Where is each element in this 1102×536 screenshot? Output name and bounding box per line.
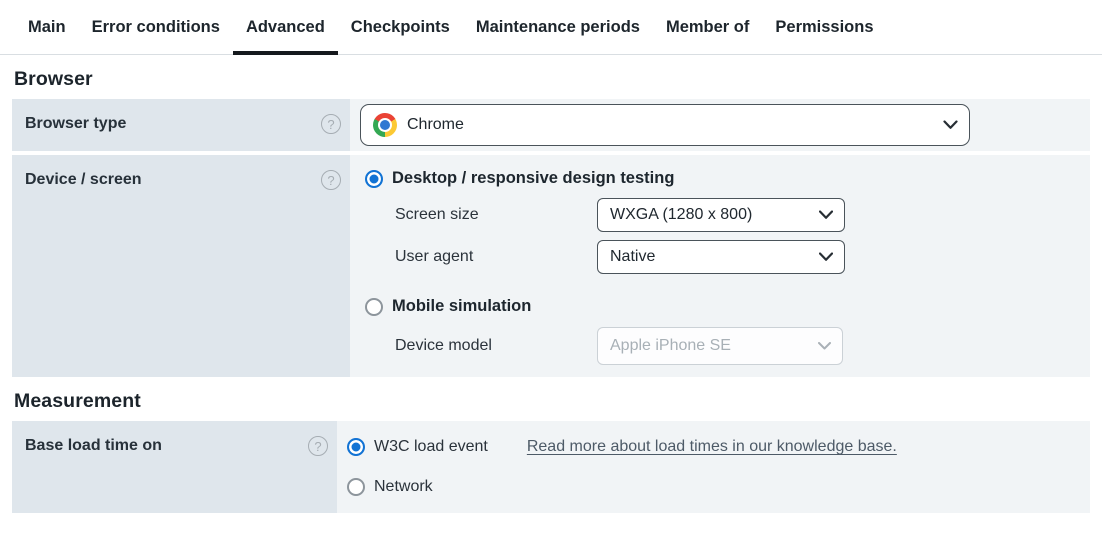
mobile-radio[interactable]	[365, 298, 383, 316]
help-icon[interactable]: ?	[321, 114, 341, 134]
browser-settings-table: Browser type ? Chrome Device / screen ?	[12, 99, 1090, 377]
screen-size-select[interactable]: WXGA (1280 x 800)	[597, 198, 845, 232]
device-model-label: Device model	[395, 337, 597, 355]
screen-size-label: Screen size	[395, 206, 597, 224]
help-icon[interactable]: ?	[308, 436, 328, 456]
desktop-option-row: Desktop / responsive design testing	[365, 169, 1090, 188]
chevron-down-icon	[818, 342, 831, 350]
network-radio[interactable]	[347, 478, 365, 496]
network-radio-label[interactable]: Network	[374, 478, 433, 496]
tab-permissions[interactable]: Permissions	[762, 0, 886, 54]
network-option-row: Network	[347, 478, 1090, 496]
browser-type-select[interactable]: Chrome	[360, 104, 970, 146]
mobile-option-row: Mobile simulation	[365, 297, 1090, 316]
browser-type-label: Browser type	[25, 114, 126, 134]
knowledge-base-link[interactable]: Read more about load times in our knowle…	[527, 438, 897, 456]
browser-section-heading: Browser	[14, 68, 1090, 91]
tab-maintenance-periods[interactable]: Maintenance periods	[463, 0, 653, 54]
device-screen-label: Device / screen	[25, 170, 142, 190]
base-load-time-content-cell: W3C load event Read more about load time…	[337, 421, 1090, 513]
device-screen-content-cell: Desktop / responsive design testing Scre…	[350, 155, 1090, 377]
base-load-time-label-cell: Base load time on ?	[12, 421, 337, 513]
browser-type-label-cell: Browser type ?	[12, 99, 350, 151]
user-agent-label: User agent	[395, 248, 597, 266]
settings-tab-bar: Main Error conditions Advanced Checkpoin…	[0, 0, 1102, 55]
device-model-select: Apple iPhone SE	[597, 327, 843, 365]
tab-checkpoints[interactable]: Checkpoints	[338, 0, 463, 54]
user-agent-select[interactable]: Native	[597, 240, 845, 274]
browser-type-row: Browser type ? Chrome	[12, 99, 1090, 151]
w3c-radio[interactable]	[347, 438, 365, 456]
device-screen-label-cell: Device / screen ?	[12, 155, 350, 377]
device-model-field: Device model Apple iPhone SE	[395, 327, 1090, 365]
user-agent-value: Native	[610, 248, 655, 266]
base-load-time-row: Base load time on ? W3C load event Read …	[12, 421, 1090, 513]
chrome-logo-icon	[373, 113, 397, 137]
desktop-radio-label[interactable]: Desktop / responsive design testing	[392, 169, 674, 188]
desktop-radio[interactable]	[365, 170, 383, 188]
tab-advanced[interactable]: Advanced	[233, 0, 338, 54]
chevron-down-icon	[819, 253, 833, 262]
tab-error-conditions[interactable]: Error conditions	[79, 0, 233, 54]
mobile-radio-label[interactable]: Mobile simulation	[392, 297, 531, 316]
chevron-down-icon	[819, 211, 833, 220]
tab-main[interactable]: Main	[15, 0, 79, 54]
device-screen-row: Device / screen ? Desktop / responsive d…	[12, 155, 1090, 377]
w3c-option-row: W3C load event Read more about load time…	[347, 438, 1090, 456]
tab-member-of[interactable]: Member of	[653, 0, 762, 54]
browser-type-value: Chrome	[407, 116, 464, 134]
user-agent-field: User agent Native	[395, 240, 1090, 274]
chevron-down-icon	[943, 121, 958, 130]
measurement-settings-table: Base load time on ? W3C load event Read …	[12, 421, 1090, 513]
browser-type-content-cell: Chrome	[350, 99, 1090, 151]
device-model-value: Apple iPhone SE	[610, 337, 731, 355]
screen-size-field: Screen size WXGA (1280 x 800)	[395, 198, 1090, 232]
base-load-time-label: Base load time on	[25, 436, 162, 456]
measurement-section-heading: Measurement	[14, 390, 1090, 413]
help-icon[interactable]: ?	[321, 170, 341, 190]
w3c-radio-label[interactable]: W3C load event	[374, 438, 488, 456]
screen-size-value: WXGA (1280 x 800)	[610, 206, 752, 224]
